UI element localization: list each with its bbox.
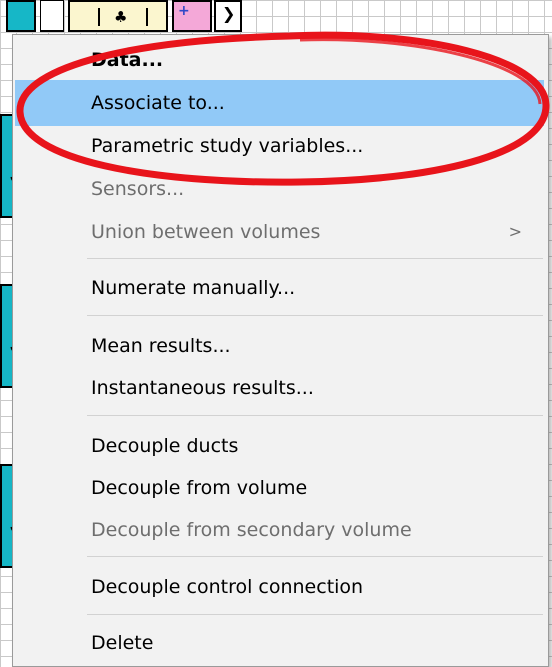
context-menu: Data... Associate to... Parametric study… xyxy=(12,34,549,667)
canvas-block-yellow: ♣ xyxy=(68,0,168,32)
plus-icon: + xyxy=(178,3,190,19)
menu-item-delete[interactable]: Delete xyxy=(15,620,544,666)
menu-item-parametric-study-variables[interactable]: Parametric study variables... xyxy=(15,123,544,169)
menu-item-data[interactable]: Data... xyxy=(15,37,544,83)
menu-item-label: Mean results... xyxy=(91,335,231,357)
menu-separator xyxy=(87,315,543,316)
menu-item-label: Decouple from volume xyxy=(91,477,308,499)
menu-item-decouple-ducts[interactable]: Decouple ducts xyxy=(15,423,544,469)
menu-item-label: Associate to... xyxy=(91,92,225,114)
canvas-block-pink: + xyxy=(172,0,212,32)
valve-icon: ♣ xyxy=(114,8,128,26)
menu-item-sensors[interactable]: Sensors... xyxy=(15,166,544,212)
menu-item-label: Sensors... xyxy=(91,178,185,200)
menu-item-label: Decouple from secondary volume xyxy=(91,519,412,541)
canvas-block-white xyxy=(40,0,64,32)
menu-item-decouple-from-volume[interactable]: Decouple from volume xyxy=(15,465,544,511)
canvas-block-white-2: ❯ xyxy=(214,0,242,32)
menu-item-numerate-manually[interactable]: Numerate manually... xyxy=(15,265,544,311)
menu-separator xyxy=(87,556,543,557)
background-toolbar: ♣ + ❯ xyxy=(0,0,552,34)
menu-separator xyxy=(87,415,543,416)
menu-item-label: Numerate manually... xyxy=(91,277,296,299)
canvas-block-cyan xyxy=(6,0,36,32)
canvas-line xyxy=(146,8,148,26)
canvas-line xyxy=(98,8,100,26)
menu-item-label: Decouple ducts xyxy=(91,435,239,457)
menu-item-decouple-control-connection[interactable]: Decouple control connection xyxy=(15,564,544,610)
menu-item-label: Data... xyxy=(91,49,164,71)
menu-item-label: Parametric study variables... xyxy=(91,135,364,157)
menu-item-union-between-volumes[interactable]: Union between volumes > xyxy=(15,209,544,255)
menu-item-instantaneous-results[interactable]: Instantaneous results... xyxy=(15,365,544,411)
menu-item-decouple-from-secondary-volume[interactable]: Decouple from secondary volume xyxy=(15,507,544,553)
menu-item-label: Union between volumes xyxy=(91,221,321,243)
arrow-icon: ❯ xyxy=(222,4,236,23)
menu-separator xyxy=(87,614,543,615)
menu-item-label: Decouple control connection xyxy=(91,576,364,598)
menu-separator xyxy=(87,258,543,259)
menu-item-associate-to[interactable]: Associate to... xyxy=(15,80,544,126)
menu-item-mean-results[interactable]: Mean results... xyxy=(15,323,544,369)
chevron-right-icon: > xyxy=(508,222,522,241)
menu-item-label: Instantaneous results... xyxy=(91,377,314,399)
menu-item-label: Delete xyxy=(91,632,154,654)
